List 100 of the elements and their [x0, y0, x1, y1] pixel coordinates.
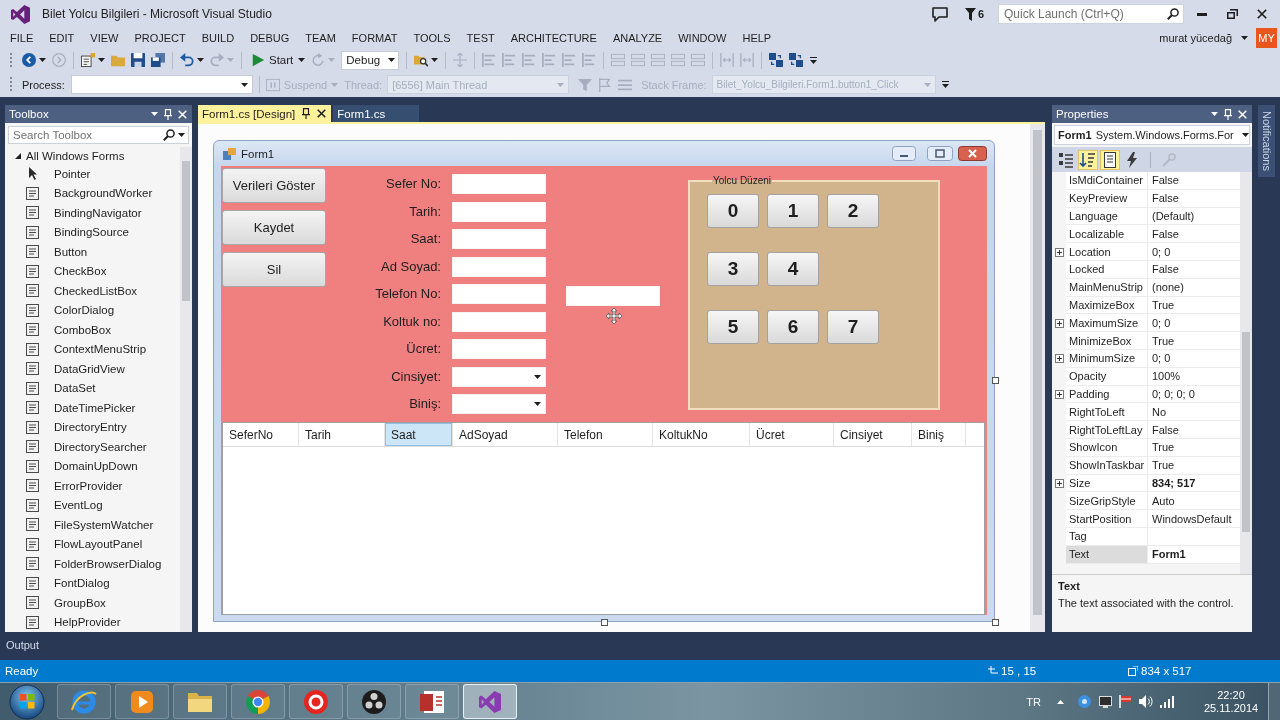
property-name[interactable]: MaximumSize: [1066, 314, 1148, 333]
overflow-icon[interactable]: [810, 56, 818, 64]
toolbox-item[interactable]: CheckedListBox: [5, 281, 180, 301]
menu-item[interactable]: TOOLS: [405, 32, 459, 44]
property-value[interactable]: No: [1148, 403, 1240, 422]
expand-icon[interactable]: [1054, 354, 1064, 364]
text-field[interactable]: [452, 256, 546, 277]
form-button[interactable]: Kaydet: [222, 210, 326, 245]
taskbar-button[interactable]: [405, 684, 459, 719]
column-header[interactable]: Saat: [385, 423, 453, 446]
toolbox-item[interactable]: DirectoryEntry: [5, 417, 180, 437]
taskbar-button[interactable]: [289, 684, 343, 719]
expander-icon[interactable]: [15, 152, 21, 159]
menu-item[interactable]: HELP: [734, 32, 780, 44]
taskbar-button[interactable]: [115, 684, 169, 719]
notifications-tab[interactable]: Notifications: [1258, 105, 1275, 177]
toolbox-item[interactable]: GroupBox: [5, 593, 180, 613]
caret-icon[interactable]: [151, 112, 158, 116]
category-header[interactable]: All Windows Forms: [5, 147, 180, 164]
caret-icon[interactable]: [178, 133, 185, 137]
search-icon[interactable]: [1167, 8, 1179, 20]
funnel-icon[interactable]: [964, 7, 976, 21]
configuration-dropdown[interactable]: Debug: [341, 50, 400, 70]
menu-item[interactable]: EDIT: [41, 32, 83, 44]
form-button[interactable]: Sil: [222, 252, 326, 287]
overflow-icon[interactable]: [941, 81, 949, 88]
toolbox-item[interactable]: FlowLayoutPanel: [5, 534, 180, 554]
close-icon[interactable]: [1257, 9, 1267, 19]
property-name[interactable]: RightToLeft: [1066, 403, 1148, 422]
menu-item[interactable]: DEBUG: [242, 32, 298, 44]
account-badge[interactable]: MY: [1256, 28, 1277, 48]
combo-field[interactable]: [452, 366, 546, 387]
menu-item[interactable]: ARCHITECTURE: [502, 32, 605, 44]
resize-handle[interactable]: [601, 619, 608, 626]
menu-item[interactable]: ANALYZE: [604, 32, 671, 44]
expand-icon[interactable]: [1054, 478, 1064, 488]
property-value[interactable]: 0; 0: [1148, 243, 1240, 261]
property-value[interactable]: 0; 0: [1148, 314, 1240, 333]
property-name[interactable]: SizeGripStyle: [1066, 492, 1148, 511]
close-icon[interactable]: [958, 146, 987, 161]
toolbox-item[interactable]: FolderBrowserDialog: [5, 554, 180, 574]
seat-button[interactable]: 4: [767, 252, 819, 286]
text-field[interactable]: [452, 311, 546, 332]
property-value[interactable]: Auto: [1148, 492, 1240, 511]
minimize-icon[interactable]: [1197, 12, 1207, 16]
seat-button[interactable]: 3: [707, 252, 759, 286]
toolbar-grip[interactable]: [9, 51, 13, 69]
seat-button[interactable]: 7: [827, 310, 879, 344]
toolbox-item[interactable]: DataSet: [5, 378, 180, 398]
toolbox-item[interactable]: DomainUpDown: [5, 456, 180, 476]
expand-icon[interactable]: [1054, 247, 1064, 257]
scrollbar-thumb[interactable]: [182, 161, 190, 301]
property-value[interactable]: True: [1148, 332, 1240, 350]
text-field[interactable]: [452, 201, 546, 222]
menu-item[interactable]: FILE: [2, 32, 42, 44]
seat-button[interactable]: 6: [767, 310, 819, 344]
search-folder-icon[interactable]: [414, 53, 429, 67]
signal-bars-icon[interactable]: [1160, 695, 1174, 708]
menu-item[interactable]: WINDOW: [670, 32, 735, 44]
taskbar-button[interactable]: [463, 684, 517, 719]
undo-icon[interactable]: [180, 53, 194, 67]
toolbox-item[interactable]: Pointer: [5, 164, 180, 184]
toolbox-item[interactable]: ComboBox: [5, 320, 180, 340]
search-field[interactable]: Search Toolbox: [8, 126, 189, 144]
resize-handle[interactable]: [992, 377, 999, 384]
linked-squares-icon[interactable]: [789, 53, 804, 67]
caret-icon[interactable]: [1241, 133, 1249, 137]
scrollbar[interactable]: [1030, 124, 1045, 632]
expand-icon[interactable]: [1054, 389, 1064, 399]
property-value[interactable]: False: [1148, 421, 1240, 439]
monitor-icon[interactable]: [1099, 695, 1112, 708]
toolbox-item[interactable]: FontDialog: [5, 573, 180, 593]
menu-item[interactable]: BUILD: [193, 32, 243, 44]
linked-squares-icon[interactable]: [769, 53, 784, 67]
disc-icon[interactable]: [1078, 695, 1091, 708]
restore-icon[interactable]: [1226, 9, 1238, 19]
close-icon[interactable]: [317, 109, 327, 118]
caret-icon[interactable]: [298, 58, 306, 62]
property-name[interactable]: IsMdiContainer: [1066, 172, 1148, 190]
caret-icon[interactable]: [39, 58, 46, 62]
combo-field[interactable]: [452, 394, 546, 414]
quick-launch-field[interactable]: Quick Launch (Ctrl+Q): [998, 4, 1184, 24]
property-name[interactable]: StartPosition: [1066, 510, 1148, 528]
scrollbar[interactable]: [180, 147, 192, 632]
toolbox-item[interactable]: BindingNavigator: [5, 203, 180, 223]
caret-icon[interactable]: [1211, 112, 1218, 116]
caret-icon[interactable]: [98, 58, 105, 62]
back-icon[interactable]: [22, 53, 36, 67]
resize-handle[interactable]: [992, 619, 999, 626]
pin-icon[interactable]: [302, 108, 311, 119]
search-icon[interactable]: [163, 129, 175, 141]
toolbox-item[interactable]: BackgroundWorker: [5, 183, 180, 203]
property-value[interactable]: False: [1148, 172, 1240, 190]
scrollbar[interactable]: [1240, 172, 1252, 574]
caret-icon[interactable]: [1241, 36, 1248, 40]
start-button[interactable]: Start: [249, 53, 296, 67]
menu-item[interactable]: PROJECT: [126, 32, 194, 44]
save-icon[interactable]: [131, 53, 145, 67]
property-name[interactable]: RightToLeftLay: [1066, 421, 1148, 439]
menu-item[interactable]: TEST: [458, 32, 503, 44]
